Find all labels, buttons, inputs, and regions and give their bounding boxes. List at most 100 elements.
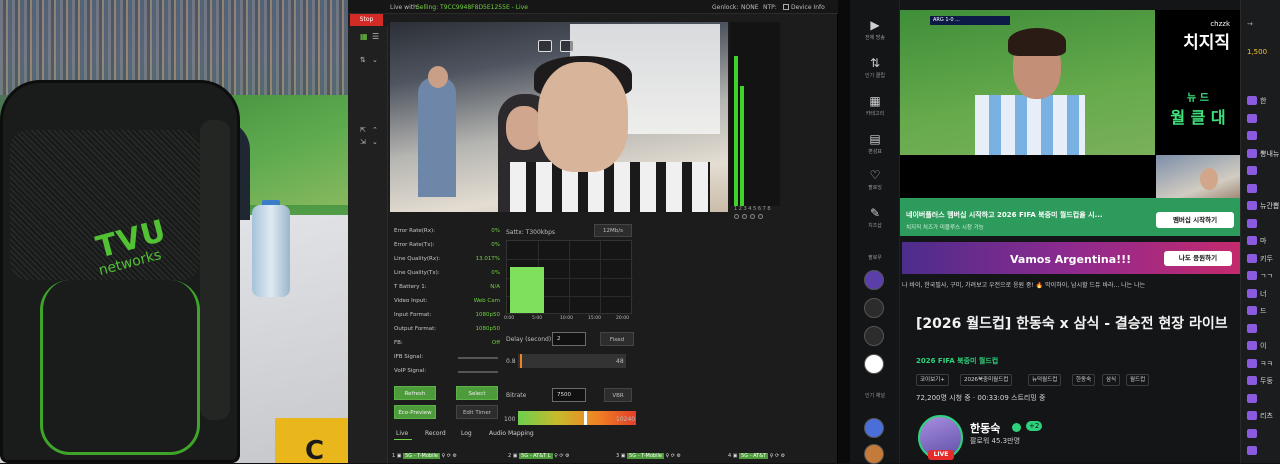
nav-cheese-shop[interactable]: ✎ 치즈샵 [860,206,890,229]
followed-channel-avatar[interactable] [864,270,884,290]
collab-count-badge[interactable]: +2 [1026,421,1043,431]
module-name: 5G - AT&T L [519,453,553,459]
chevron-up-icon[interactable]: ⌃ [372,126,378,134]
bitrate-input[interactable]: 7500 [552,388,586,402]
streamer-name[interactable]: 한동숙 [970,420,1000,436]
meter-dot-3[interactable] [750,214,755,219]
stream-tag[interactable]: 코이보기+ [916,374,949,386]
cheer-button[interactable]: 나도 응원하기 [1164,251,1232,266]
stop-button[interactable]: Stop [350,14,383,26]
nav-clips[interactable]: ⇅ 인기 클립 [860,56,890,79]
refresh-button[interactable]: Refresh [394,386,436,400]
tab-record[interactable]: Record [425,430,446,437]
tvu-top-bar: Live with: Selling: T9CC9948F8D5E1255E -… [348,0,838,14]
heart-icon: ♡ [869,168,881,182]
ifb-signal-bar [458,357,498,359]
ad-text: 네이버플러스 멤버십 시작하고 2026 FIFA 북중미 월드컵을 시... [906,211,1103,219]
followed-channel-avatar[interactable] [864,326,884,346]
chat-badge-icon [1247,148,1257,158]
bitrate-bar [510,267,544,313]
tab-log[interactable]: Log [461,430,472,437]
event-logo-line1: 뉴 드 [1187,93,1209,104]
bitrate-slider-handle[interactable] [584,411,587,425]
module-1[interactable]: 1 ▣ 5G - T-Mobile ♀ ⟳ ⚙ [392,451,457,461]
play-icon: ▶ [870,18,880,32]
grid-icon: ▦ [869,94,881,108]
chzzk-logo-small: chzzk [1210,20,1230,28]
recommended-channel-avatar[interactable] [864,444,884,464]
fixed-button[interactable]: Fixed [600,332,634,346]
delay-slider-handle[interactable] [520,354,522,368]
chat-badge-icon [1247,236,1257,245]
module-name: 5G - T-Mobile [403,453,440,459]
nav-following[interactable]: ♡ 팔로잉 [860,168,890,191]
start-membership-button[interactable]: 멤버십 시작하기 [1156,212,1234,228]
tab-audio-mapping[interactable]: Audio Mapping [489,430,534,437]
collapse-icon[interactable]: ⇅ [360,56,366,64]
module-2[interactable]: 2 ▣ 5G - AT&T L ♀ ⟳ ⚙ [508,451,570,461]
chzzk-nav: ▶ 전체 방송 ⇅ 인기 클립 ▦ 카테고리 ▤ 편성표 ♡ 팔로잉 ✎ 치즈샵 팔로우 인… [850,0,900,464]
list-view-icon[interactable]: ☰ [372,32,379,41]
nav-all-live[interactable]: ▶ 전체 방송 [860,18,890,41]
chat-message: 한 [1260,97,1267,105]
stream-tag[interactable]: 삼식 [1102,374,1121,386]
stat-value: 0% [491,242,500,248]
play-icon[interactable] [560,40,574,52]
meter-dot-2[interactable] [742,214,747,219]
stat-value: 0% [491,228,500,234]
stream-tag[interactable]: 월드컵 [1126,374,1150,386]
module-num: 1 [392,453,396,459]
eco-preview-button[interactable]: Eco-Preview [394,405,436,419]
nav-schedule[interactable]: ▤ 편성표 [860,132,890,155]
stream-tag[interactable]: 2026북중미월드컵 [960,374,1013,386]
vbr-button[interactable]: VBR [604,388,632,402]
stat-label: T Battery 1: [394,284,427,290]
grid-view-icon[interactable]: ▦ [360,32,368,41]
chevron-down-icon-2[interactable]: ⌄ [372,138,378,146]
followed-channel-avatar[interactable] [864,354,884,374]
nav-label: 팔로잉 [868,185,882,191]
followed-channel-avatar[interactable] [864,298,884,318]
module-3[interactable]: 3 ▣ 5G - T-Mobile ♀ ⟳ ⚙ [616,451,681,461]
bitrate-chart [506,240,633,315]
chart-rate-button[interactable]: 12Mb/s [594,224,632,237]
chat-badge-icon [1247,288,1257,298]
cheer-banner-text: Vamos Argentina!!! [1010,253,1132,266]
preview-person-left-face [506,106,542,150]
stream-tag[interactable]: 뉴덕월드컵 [1028,374,1062,386]
meter-dot-4[interactable] [758,214,763,219]
calendar-icon: ▤ [869,132,881,146]
delay-input[interactable]: 2 [552,332,586,346]
module-4[interactable]: 4 ▣ 5G - AT&T ♀ ⟳ ⚙ [728,451,785,461]
ntp-checkbox[interactable] [783,4,789,10]
stream-tag[interactable]: 한동숙 [1072,374,1096,386]
voip-signal-bar [458,371,498,373]
edit-timer-button[interactable]: Edit Timer [456,405,498,419]
preview-person-head [428,66,448,88]
chzzk-logo: chzzk 치지직 [1170,20,1230,53]
stream-category[interactable]: 2026 FIFA 북중미 월드컵 [916,356,998,366]
meter-dot-1[interactable] [734,214,739,219]
stat-label: Line Quality(Tx): [394,270,440,276]
live-with-label: Live with: [390,4,419,11]
tab-live[interactable]: Live [396,430,408,437]
chart-x-tick: 10:00 [560,316,573,321]
video-player[interactable]: ARG 1-0 ... chzzk 치지직 뉴 드 월 클 대 [900,10,1240,208]
water-bottle [252,205,290,297]
recommended-channel-avatar[interactable] [864,418,884,438]
delay-slider[interactable] [518,354,626,368]
nav-category[interactable]: ▦ 카테고리 [860,94,890,117]
chat-message: 리츠 [1260,412,1273,420]
device-info-link[interactable]: Device Info [791,4,825,11]
move-down-icon[interactable]: ⇲ [360,138,366,146]
collapse-chat-icon[interactable]: → [1247,20,1253,28]
event-logo-line2: 월 클 대 [1170,108,1226,127]
nav-label: 치즈샵 [868,223,882,229]
chevron-down-icon[interactable]: ⌄ [372,56,378,64]
active-tab-underline [394,439,412,440]
move-up-icon[interactable]: ⇱ [360,126,366,134]
stream-stats: 72,200명 시청 중 · 00:33:09 스트리밍 중 [916,394,1046,402]
snapshot-icon[interactable] [538,40,552,52]
yellow-sign-letter: C [305,436,325,463]
select-button[interactable]: Select [456,386,498,400]
